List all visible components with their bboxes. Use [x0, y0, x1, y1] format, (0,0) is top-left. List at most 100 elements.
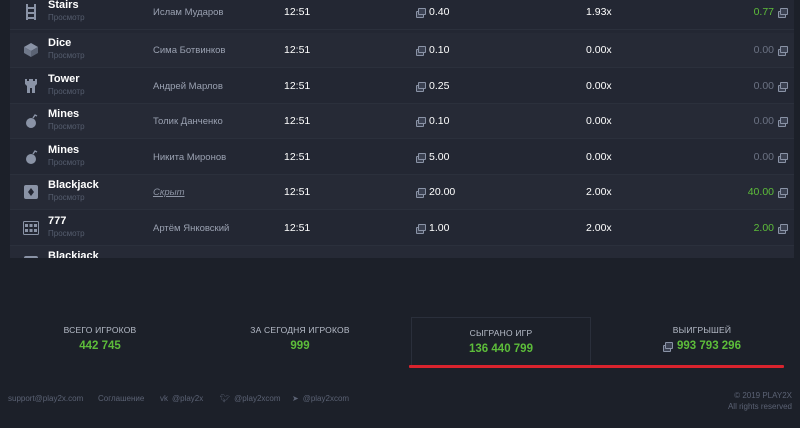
- bet-amount-value: 0.40: [429, 6, 450, 18]
- win-amount-value: 0.00: [753, 44, 774, 56]
- bet-amount: 0.10: [416, 115, 449, 127]
- bet-time: 12:51: [284, 186, 311, 198]
- game-name-link[interactable]: Mines: [48, 144, 79, 156]
- table-row: Blackjack: [10, 246, 794, 258]
- bet-amount: 1.00: [416, 222, 449, 234]
- bet-amount-value: 5.00: [429, 151, 450, 163]
- coins-icon: [416, 117, 426, 127]
- win-amount-value: 0.00: [753, 80, 774, 92]
- telegram-link[interactable]: ➤ @play2xcom: [292, 394, 349, 403]
- win-amount-value: 2.00: [753, 222, 774, 234]
- table-row: 777 Просмотр Артём Янковский 12:51 1.00 2.00x…: [10, 211, 794, 246]
- stat-label: ВСЕГО ИГРОКОВ: [63, 325, 137, 335]
- stat-games-played: СЫГРАНО ИГР 136 440 799: [411, 317, 591, 367]
- win-amount-value: 0.00: [753, 115, 774, 127]
- dice-icon: [23, 42, 39, 58]
- stat-value: 999: [290, 340, 310, 352]
- bet-amount-value: 0.10: [429, 115, 450, 127]
- win-amount: 0.00: [753, 151, 788, 163]
- telegram-icon: ➤: [292, 394, 299, 403]
- vk-link[interactable]: vk @play2x: [160, 394, 203, 403]
- win-amount-value: 0.00: [753, 151, 774, 163]
- bet-amount-value: 0.10: [429, 44, 450, 56]
- table-row: Mines Просмотр Толик Данченко 12:51 0.10 0.00…: [10, 104, 794, 139]
- stat-value: 442 745: [79, 340, 121, 352]
- game-name-link[interactable]: Blackjack: [48, 179, 99, 191]
- agreement-link[interactable]: Соглашение: [98, 394, 144, 403]
- stat-label: ЗА СЕГОДНЯ ИГРОКОВ: [250, 325, 350, 335]
- coins-icon: [778, 153, 788, 163]
- table-row: Blackjack Просмотр Скрыт 12:51 20.00 2.00x 40.…: [10, 175, 794, 210]
- cards-icon: [23, 184, 39, 200]
- bet-time: 12:51: [284, 6, 311, 18]
- player-name[interactable]: Ислам Мударов: [153, 7, 223, 18]
- game-name-link[interactable]: Tower: [48, 73, 80, 85]
- mine-icon: [23, 149, 39, 165]
- coefficient: 0.00x: [586, 80, 612, 92]
- stat-winnings: ВЫИГРЫШЕЙ 993 793 296: [612, 315, 792, 365]
- rights-text: All rights reserved: [727, 402, 792, 411]
- game-name-link[interactable]: Stairs: [48, 0, 79, 11]
- game-name-link[interactable]: 777: [48, 215, 66, 227]
- player-name[interactable]: Андрей Марлов: [153, 81, 223, 92]
- copyright-text: © 2019 PLAY2X: [734, 391, 792, 400]
- player-name[interactable]: Сима Ботвинков: [153, 45, 225, 56]
- copyright: © 2019 PLAY2X All rights reserved: [728, 390, 792, 412]
- bet-time: 12:51: [284, 44, 311, 56]
- bet-amount: 0.25: [416, 80, 449, 92]
- game-name-link[interactable]: Mines: [48, 108, 79, 120]
- view-game-link[interactable]: Просмотр: [48, 122, 85, 131]
- coins-icon: [778, 224, 788, 234]
- cards-icon: [23, 255, 39, 258]
- vk-text: @play2x: [172, 394, 204, 403]
- stairs-icon: [23, 4, 39, 20]
- coefficient: 2.00x: [586, 222, 612, 234]
- player-name[interactable]: Никита Миронов: [153, 152, 226, 163]
- coins-icon: [416, 224, 426, 234]
- bet-amount: 20.00: [416, 186, 455, 198]
- coins-icon: [778, 8, 788, 18]
- view-game-link[interactable]: Просмотр: [48, 229, 85, 238]
- coefficient: 1.93x: [586, 6, 612, 18]
- game-name-link[interactable]: Blackjack: [48, 250, 99, 258]
- stat-label: СЫГРАНО ИГР: [469, 328, 533, 338]
- win-amount: 0.77: [753, 6, 788, 18]
- stat-label: ВЫИГРЫШЕЙ: [672, 325, 732, 335]
- coefficient: 0.00x: [586, 115, 612, 127]
- coins-icon: [778, 188, 788, 198]
- bet-amount-value: 1.00: [429, 222, 450, 234]
- coins-icon: [663, 342, 674, 352]
- coins-icon: [416, 153, 426, 163]
- view-game-link[interactable]: Просмотр: [48, 193, 85, 202]
- bet-amount: 0.10: [416, 44, 449, 56]
- player-name[interactable]: Толик Данченко: [153, 116, 223, 127]
- view-game-link[interactable]: Просмотр: [48, 51, 85, 60]
- table-row: Dice Просмотр Сима Ботвинков 12:51 0.10 0.00x…: [10, 33, 794, 68]
- support-email-text: support@play2x.com: [8, 394, 84, 403]
- bet-amount-value: 20.00: [429, 186, 456, 198]
- bet-amount: 0.40: [416, 6, 449, 18]
- bet-time: 12:51: [284, 115, 311, 127]
- table-row: Tower Просмотр Андрей Марлов 12:51 0.25 0.00x…: [10, 69, 794, 104]
- agreement-text: Соглашение: [98, 394, 145, 403]
- view-game-link[interactable]: Просмотр: [48, 158, 85, 167]
- player-name[interactable]: Артём Янковский: [153, 223, 229, 234]
- bet-time: 12:51: [284, 151, 311, 163]
- mine-icon: [23, 113, 39, 129]
- game-name-link[interactable]: Dice: [48, 37, 71, 49]
- coins-icon: [778, 117, 788, 127]
- support-email-link[interactable]: support@play2x.com: [8, 394, 83, 403]
- coins-icon: [778, 46, 788, 56]
- coefficient: 0.00x: [586, 151, 612, 163]
- coins-icon: [416, 188, 426, 198]
- twitter-text: @play2xcom: [234, 394, 281, 403]
- bet-amount-value: 0.25: [429, 80, 450, 92]
- coins-icon: [416, 46, 426, 56]
- win-amount-value: 0.77: [753, 6, 774, 18]
- view-game-link[interactable]: Просмотр: [48, 87, 85, 96]
- win-amount: 0.00: [753, 44, 788, 56]
- coins-icon: [416, 82, 426, 92]
- telegram-text: @play2xcom: [302, 394, 350, 403]
- view-game-link[interactable]: Просмотр: [48, 13, 85, 22]
- twitter-link[interactable]: 🐦︎ @play2xcom: [220, 394, 281, 403]
